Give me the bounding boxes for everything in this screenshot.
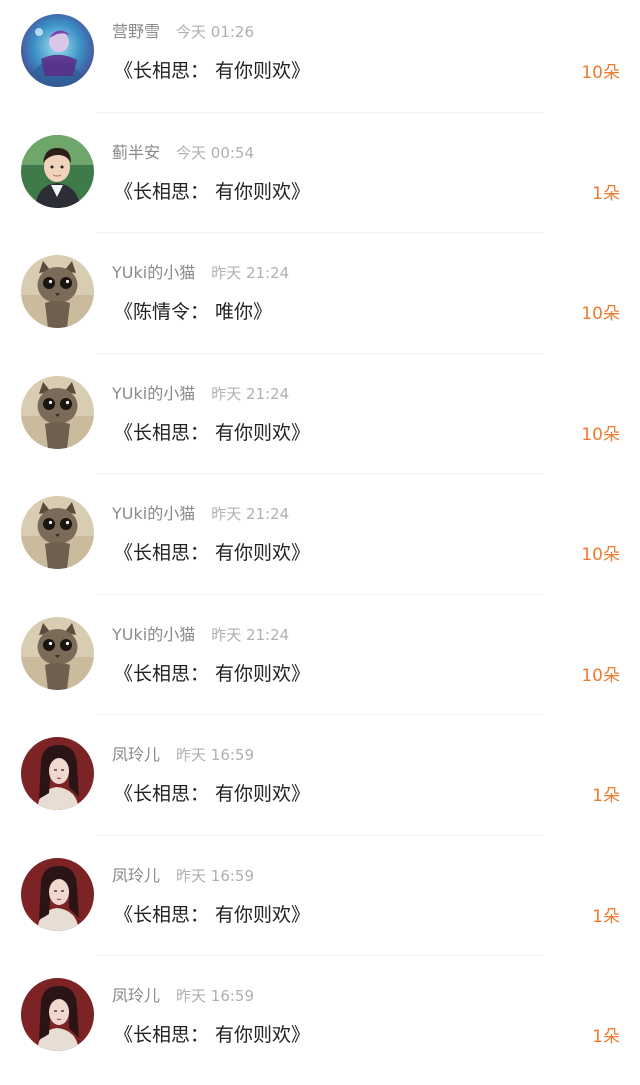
list-item[interactable]: 蓟半安 今天 00:54 《长相思： 有你则欢》 1朵 [0,121,640,242]
item-meta: 营野雪 今天 01:26 [112,20,254,44]
sender-name[interactable]: 蓟半安 [112,143,160,162]
divider [97,352,544,354]
gift-record-list: 营野雪 今天 01:26 《长相思： 有你则欢》 10朵 蓟半安 今天 00:54 … [0,0,640,1085]
work-title[interactable]: 《长相思： 有你则欢》 [114,779,310,809]
fantasy-character-avatar[interactable] [21,14,94,87]
item-meta: YUki的小猫 昨天 21:24 [112,261,289,285]
flower-count: 1朵 [592,1027,620,1047]
list-item[interactable]: YUki的小猫 昨天 21:24 《长相思： 有你则欢》 10朵 [0,482,640,603]
timestamp: 昨天 21:24 [211,264,290,282]
sender-name[interactable]: 营野雪 [112,22,160,41]
list-item[interactable]: 凤玲儿 昨天 16:59 《长相思： 有你则欢》 1朵 [0,964,640,1085]
sender-name[interactable]: YUki的小猫 [112,504,195,523]
list-item[interactable]: YUki的小猫 昨天 21:24 《长相思： 有你则欢》 10朵 [0,603,640,724]
work-title[interactable]: 《长相思： 有你则欢》 [114,538,310,568]
item-meta: YUki的小猫 昨天 21:24 [112,502,289,526]
sender-name[interactable]: 凤玲儿 [112,986,160,1005]
sender-name[interactable]: 凤玲儿 [112,745,160,764]
divider [97,232,544,233]
young-man-avatar[interactable] [21,134,94,208]
flower-count: 10朵 [581,304,620,324]
work-title[interactable]: 《长相思： 有你则欢》 [114,418,310,448]
item-meta: YUki的小猫 昨天 21:24 [112,382,289,406]
work-title[interactable]: 《长相思： 有你则欢》 [114,900,310,930]
flower-count: 10朵 [581,665,620,686]
flower-count: 1朵 [592,183,620,204]
work-title[interactable]: 《长相思： 有你则欢》 [114,1020,310,1050]
item-meta: 凤玲儿 昨天 16:59 [112,864,254,888]
cat-avatar[interactable] [21,255,94,328]
divider [97,714,544,715]
flower-count: 1朵 [592,906,620,927]
illustrated-woman-avatar[interactable] [21,978,94,1051]
timestamp: 昨天 16:59 [176,987,255,1005]
item-meta: YUki的小猫 昨天 21:24 [112,623,289,647]
list-item[interactable]: YUki的小猫 昨天 21:24 《长相思： 有你则欢》 10朵 [0,362,640,483]
divider [97,955,544,956]
divider [97,111,544,113]
sender-name[interactable]: YUki的小猫 [112,625,195,644]
sender-name[interactable]: 凤玲儿 [112,866,160,885]
item-meta: 凤玲儿 昨天 16:59 [112,984,254,1008]
flower-count: 10朵 [581,424,620,445]
illustrated-woman-avatar[interactable] [21,857,94,931]
work-title[interactable]: 《陈情令： 唯你》 [114,297,272,327]
divider [97,593,544,595]
work-title[interactable]: 《长相思： 有你则欢》 [114,659,310,689]
divider [97,834,544,836]
cat-avatar[interactable] [21,375,94,449]
timestamp: 昨天 16:59 [176,866,255,885]
list-item[interactable]: 凤玲儿 昨天 16:59 《长相思： 有你则欢》 1朵 [0,723,640,844]
timestamp: 昨天 21:24 [211,384,290,403]
list-item[interactable]: 营野雪 今天 01:26 《长相思： 有你则欢》 10朵 [0,0,640,121]
divider [97,473,544,474]
cat-avatar[interactable] [21,496,94,569]
sender-name[interactable]: YUki的小猫 [112,263,195,282]
timestamp: 昨天 16:59 [176,746,255,764]
flower-count: 1朵 [592,786,620,806]
work-title[interactable]: 《长相思： 有你则欢》 [114,177,310,207]
item-meta: 凤玲儿 昨天 16:59 [112,743,254,767]
cat-avatar[interactable] [21,616,94,690]
timestamp: 今天 00:54 [176,143,255,162]
list-item[interactable]: 凤玲儿 昨天 16:59 《长相思： 有你则欢》 1朵 [0,844,640,965]
illustrated-woman-avatar[interactable] [21,737,94,810]
timestamp: 昨天 21:24 [211,505,290,523]
item-meta: 蓟半安 今天 00:54 [112,141,254,165]
flower-count: 10朵 [581,545,620,565]
sender-name[interactable]: YUki的小猫 [112,384,195,403]
timestamp: 昨天 21:24 [211,625,290,644]
timestamp: 今天 01:26 [176,23,255,41]
list-item[interactable]: YUki的小猫 昨天 21:24 《陈情令： 唯你》 10朵 [0,241,640,362]
work-title[interactable]: 《长相思： 有你则欢》 [114,56,310,86]
flower-count: 10朵 [581,63,620,83]
